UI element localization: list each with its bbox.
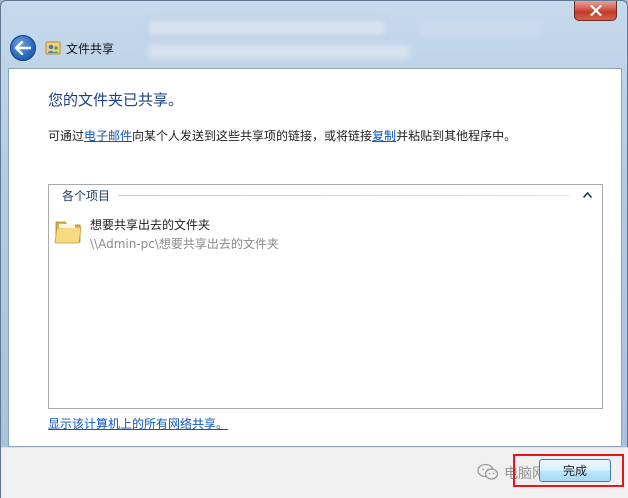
shared-items-list[interactable]: 各个项目 想要共享出去的文件夹 \\Admin-pc\想要共享出去的文件夹 xyxy=(48,184,603,409)
blurred-background-window xyxy=(121,7,561,65)
close-button[interactable] xyxy=(574,1,617,21)
page-title: 您的文件夹已共享。 xyxy=(48,91,184,109)
list-item[interactable]: 想要共享出去的文件夹 \\Admin-pc\想要共享出去的文件夹 xyxy=(54,213,354,253)
email-link[interactable]: 电子邮件 xyxy=(84,129,132,143)
group-header[interactable]: 各个项目 xyxy=(49,185,602,205)
highlight-annotation xyxy=(513,454,624,487)
back-button[interactable] xyxy=(10,35,36,61)
sharing-users-icon xyxy=(45,41,61,55)
dialog-window: 文件共享 您的文件夹已共享。 可通过电子邮件向某个人发送到这些共享项的链接，或将… xyxy=(0,0,628,498)
show-all-shares-link[interactable]: 显示该计算机上的所有网络共享。 xyxy=(48,415,228,432)
group-title: 各个项目 xyxy=(62,188,111,203)
folder-icon xyxy=(54,221,82,244)
description-text: 可通过电子邮件向某个人发送到这些共享项的链接，或将链接复制并粘贴到其他程序中。 xyxy=(48,127,516,144)
item-name: 想要共享出去的文件夹 xyxy=(90,218,211,232)
content-pane: 您的文件夹已共享。 可通过电子邮件向某个人发送到这些共享项的链接，或将链接复制并… xyxy=(8,68,622,447)
breadcrumb: 文件共享 xyxy=(45,39,114,57)
desc-middle: 向某个人发送到这些共享项的链接，或将链接 xyxy=(132,129,373,143)
collapse-button[interactable] xyxy=(580,188,594,202)
desc-before: 可通过 xyxy=(48,129,85,143)
back-arrow-icon xyxy=(15,41,31,55)
chevron-up-icon xyxy=(582,192,592,198)
breadcrumb-title: 文件共享 xyxy=(66,41,115,56)
item-path: \\Admin-pc\想要共享出去的文件夹 xyxy=(90,237,279,251)
desc-after: 并粘贴到其他程序中。 xyxy=(396,129,517,143)
close-icon xyxy=(589,5,602,16)
copy-link[interactable]: 复制 xyxy=(372,129,396,143)
group-divider xyxy=(118,194,570,196)
wechat-icon xyxy=(477,463,499,480)
